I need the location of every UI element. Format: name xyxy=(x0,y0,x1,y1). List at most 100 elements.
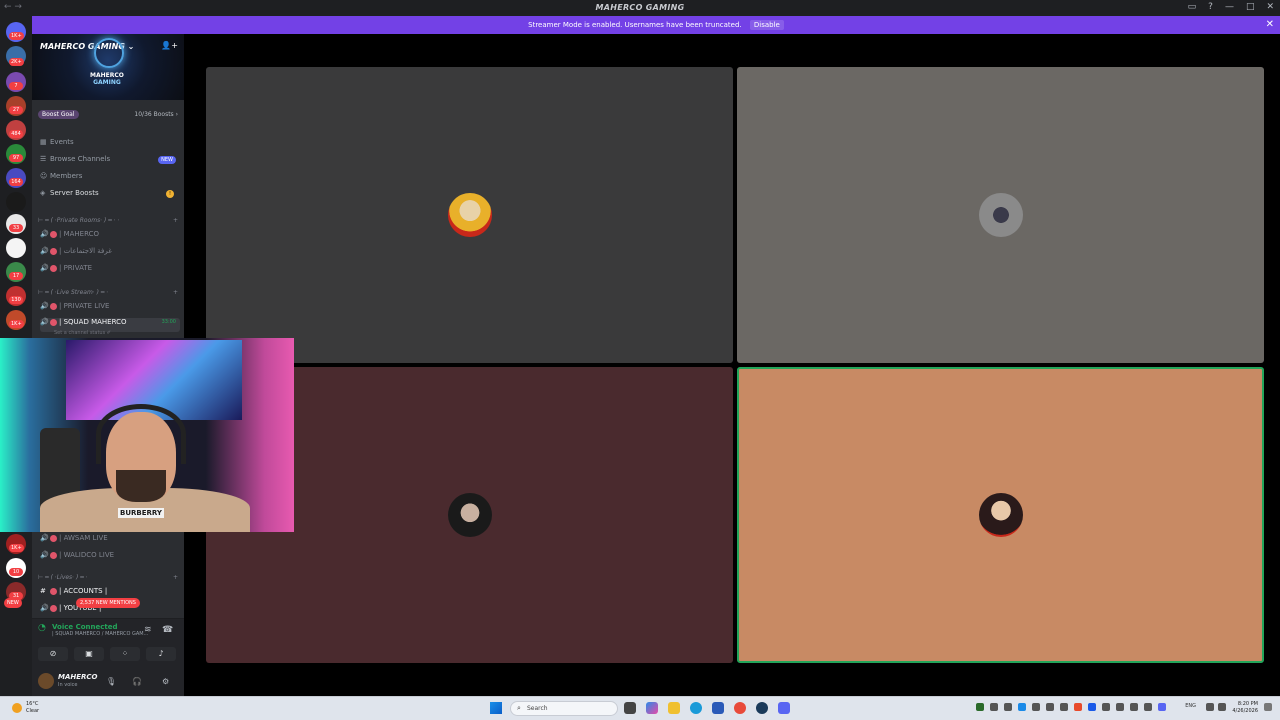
tray-icon[interactable] xyxy=(1158,703,1166,711)
help-icon[interactable]: ? xyxy=(1208,2,1213,12)
guild-badge: 10 xyxy=(9,568,23,576)
file-explorer-icon[interactable] xyxy=(668,702,680,714)
new-unreads-badge[interactable]: NEW xyxy=(4,598,22,608)
boost-goal[interactable]: Boost Goal 10/36 Boosts › xyxy=(38,110,178,120)
guild-badge: 33 xyxy=(9,224,23,232)
close-banner-icon[interactable]: ✕ xyxy=(1266,19,1274,30)
user-status: In voice xyxy=(58,682,78,688)
category-live-stream[interactable]: ⊢ ━ ( ⋅Live Stream⋅ ) ━ ⋅ + xyxy=(38,289,180,299)
tray-icon[interactable] xyxy=(1088,703,1096,711)
members-icon: ☺ xyxy=(40,172,48,180)
language-indicator[interactable]: ENG xyxy=(1185,703,1196,709)
hash-icon: # xyxy=(40,587,46,595)
menu-item-events[interactable]: ▦ Events xyxy=(40,138,180,152)
tray-icon[interactable] xyxy=(990,703,998,711)
tray-icon[interactable] xyxy=(1144,703,1152,711)
participant-tile[interactable] xyxy=(206,67,733,363)
task-view-icon[interactable] xyxy=(624,702,636,714)
voice-channel[interactable]: 🔊 | غرفة الاجتماعات xyxy=(40,247,180,261)
disconnect-icon[interactable]: ☎ xyxy=(162,625,173,635)
maximize-icon[interactable]: □ xyxy=(1246,2,1255,12)
windows-taskbar: 16°C Clear ⌕ Search ENG 8:20 PM 4/26/2026 xyxy=(0,696,1280,720)
tray-icon[interactable] xyxy=(1102,703,1110,711)
channel-status[interactable]: Set a channel status ✐ xyxy=(54,330,111,336)
channel-emoji-icon xyxy=(50,264,57,272)
menu-item-server-boosts[interactable]: ◈ Server Boosts! xyxy=(40,189,180,203)
channel-emoji-icon xyxy=(50,604,57,612)
headphones-icon[interactable]: 🎧 xyxy=(132,677,142,686)
window-controls: ▭ ? — □ ✕ xyxy=(1188,2,1274,12)
voice-channel[interactable]: 🔊 | MAHERCO xyxy=(40,230,180,244)
tray-icon[interactable] xyxy=(1046,703,1054,711)
guild-badge: 130 xyxy=(9,296,23,304)
tray-icon[interactable] xyxy=(1032,703,1040,711)
soundboard-button[interactable]: ♪ xyxy=(146,647,176,661)
channel-emoji-icon xyxy=(50,302,57,310)
edge-icon[interactable] xyxy=(690,702,702,714)
activities-button[interactable]: ⁘ xyxy=(110,647,140,661)
add-channel-icon[interactable]: + xyxy=(173,289,178,296)
category-lives[interactable]: ⊢ ━ ( ⋅Lives⋅ ) ━ ⋅ + xyxy=(38,574,180,584)
minimize-icon[interactable]: — xyxy=(1225,2,1234,12)
guild-badge: 484 xyxy=(9,130,23,138)
menu-item-members[interactable]: ☺ Members xyxy=(40,172,180,186)
camera-button[interactable]: ⊘ xyxy=(38,647,68,661)
wifi-icon[interactable] xyxy=(1206,703,1214,711)
start-button[interactable] xyxy=(490,702,502,714)
steam-icon[interactable] xyxy=(756,702,768,714)
clock[interactable]: 8:20 PM 4/26/2026 xyxy=(1232,701,1258,715)
voice-connected-label[interactable]: Voice Connected xyxy=(52,623,118,631)
disable-button[interactable]: Disable xyxy=(749,20,784,30)
voice-channel[interactable]: 🔊 | WALIDCO LIVE xyxy=(40,551,180,565)
server-icon[interactable] xyxy=(6,192,26,212)
tray-icon[interactable] xyxy=(1004,703,1012,711)
settings-gear-icon[interactable]: ⚙ xyxy=(162,677,169,686)
voice-channel[interactable]: 🔊 | PRIVATE xyxy=(40,264,180,278)
username[interactable]: MAHERCO xyxy=(58,673,98,681)
tray-icon[interactable] xyxy=(1130,703,1138,711)
speaker-icon: 🔊 xyxy=(40,264,49,272)
copilot-icon[interactable] xyxy=(646,702,658,714)
voice-channel[interactable]: 🔊 | PRIVATE LIVE xyxy=(40,302,180,316)
participant-tile[interactable] xyxy=(737,67,1264,363)
voice-panel: ◔ Voice Connected | SQUAD MAHERCO / MAHE… xyxy=(32,618,184,697)
server-banner[interactable]: MAHERCO GAMING ⌄ 👤+ MAHERCO GAMING xyxy=(32,34,184,100)
new-badge: NEW xyxy=(158,156,176,164)
tray-icon[interactable] xyxy=(1018,703,1026,711)
screenshare-button[interactable]: ▣ xyxy=(74,647,104,661)
server-icon[interactable] xyxy=(6,238,26,258)
new-mentions-badge[interactable]: 2,537 NEW MENTIONS xyxy=(76,598,140,608)
microphone-icon[interactable]: 🎙 xyxy=(106,677,116,686)
invite-icon[interactable]: 👤+ xyxy=(161,41,178,50)
channel-emoji-icon xyxy=(50,230,57,238)
participant-tile-speaking[interactable] xyxy=(737,367,1264,663)
chrome-icon[interactable] xyxy=(734,702,746,714)
add-channel-icon[interactable]: + xyxy=(173,217,178,224)
add-channel-icon[interactable]: + xyxy=(173,574,178,581)
taskbar-search[interactable]: ⌕ Search xyxy=(510,701,618,716)
channel-emoji-icon xyxy=(50,534,57,542)
discord-icon[interactable] xyxy=(778,702,790,714)
speaker-icon: 🔊 xyxy=(40,247,49,255)
voice-channel[interactable]: 🔊 | AWSAM LIVE xyxy=(40,534,180,548)
streamer-mode-banner: Streamer Mode is enabled. Usernames have… xyxy=(32,16,1280,34)
guild-badge: 97 xyxy=(9,154,23,162)
tray-icon[interactable] xyxy=(1060,703,1068,711)
shirt-logo: BURBERRY xyxy=(118,508,164,518)
tray-icon[interactable] xyxy=(1116,703,1124,711)
menu-item-browse-channels[interactable]: ☰ Browse Channels NEW xyxy=(40,155,180,169)
tray-icon[interactable] xyxy=(1074,703,1082,711)
category-private-rooms[interactable]: ⊢ ━ ( ⋅Private Rooms⋅ ) ━ ⋅ ⋅ + xyxy=(38,217,180,227)
notifications-icon[interactable] xyxy=(1264,703,1272,711)
voice-channel-name[interactable]: | SQUAD MAHERCO / MAHERCO GAM... xyxy=(52,631,148,637)
volume-icon[interactable] xyxy=(1218,703,1226,711)
store-icon[interactable] xyxy=(712,702,724,714)
noise-suppression-icon[interactable]: ≋ xyxy=(144,625,152,635)
speaker-icon: 🔊 xyxy=(40,302,49,310)
voice-call-stage xyxy=(184,34,1280,696)
tray-icon[interactable] xyxy=(976,703,984,711)
inbox-icon[interactable]: ▭ xyxy=(1188,2,1197,12)
speaker-icon: 🔊 xyxy=(40,534,49,542)
avatar[interactable] xyxy=(38,673,54,689)
close-window-icon[interactable]: ✕ xyxy=(1266,2,1274,12)
